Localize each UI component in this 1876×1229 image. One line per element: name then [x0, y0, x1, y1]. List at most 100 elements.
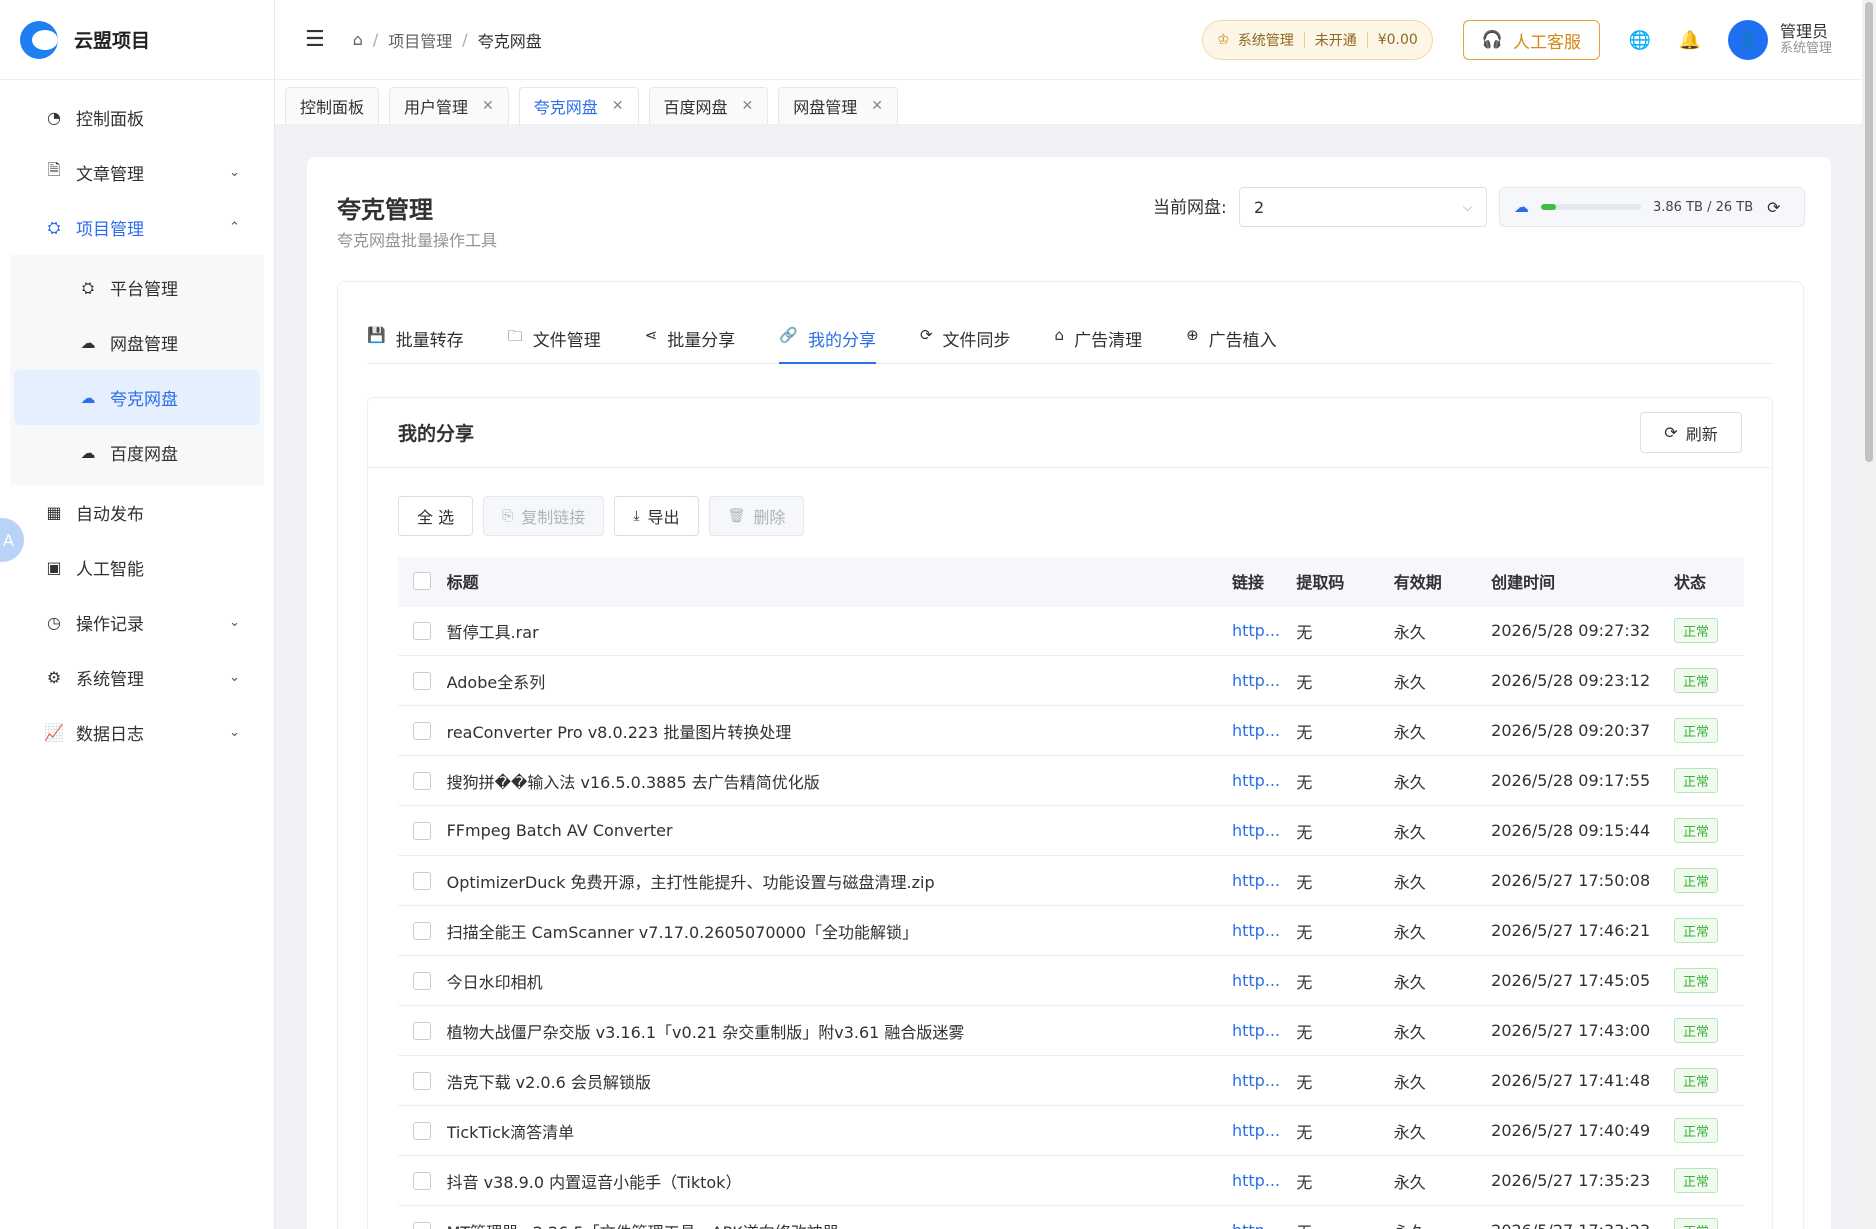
- row-checkbox[interactable]: [413, 921, 432, 940]
- header-actions: ♔ 系统管理 未开通 ¥0.00 🎧 人工客服 🌐 🔔 👤 管理员 系统管理: [1202, 0, 1832, 80]
- page-tab[interactable]: 用户管理 ✕: [389, 87, 509, 124]
- table-row[interactable]: Adobe全系列 http... 无 永久 2026/5/28 09:23:12 正常: [398, 656, 1744, 706]
- row-checkbox[interactable]: [413, 1221, 432, 1229]
- function-tab[interactable]: 💾 批量转存: [367, 324, 464, 364]
- table-row[interactable]: FFmpeg Batch AV Converter http... 无 永久 2026/…: [398, 806, 1744, 856]
- close-icon[interactable]: ✕: [482, 98, 494, 114]
- sidebar-item[interactable]: 📈 数据日志 ⌄: [0, 705, 274, 760]
- page-tab[interactable]: 控制面板: [285, 87, 380, 124]
- close-icon[interactable]: ✕: [742, 98, 754, 114]
- sidebar-subitem[interactable]: ⛭ 平台管理: [14, 260, 260, 315]
- sidebar-item[interactable]: ⛭ 项目管理 ⌃: [0, 200, 274, 255]
- table-row[interactable]: reaConverter Pro v8.0.223 批量图片转换处理 http..…: [398, 706, 1744, 756]
- row-checkbox[interactable]: [413, 1121, 432, 1140]
- table-row[interactable]: 暂停工具.rar http... 无 永久 2026/5/28 09:27:32 正常: [398, 606, 1744, 656]
- sidebar-item[interactable]: ◔ 控制面板: [0, 90, 274, 145]
- sidebar-item[interactable]: ◷ 操作记录 ⌄: [0, 595, 274, 650]
- bell-icon[interactable]: 🔔: [1678, 30, 1702, 51]
- function-tab[interactable]: ⌂ 广告清理: [1055, 324, 1143, 364]
- page-tab[interactable]: 网盘管理 ✕: [778, 87, 899, 124]
- function-tab[interactable]: 🔗 我的分享: [779, 324, 876, 364]
- action-button[interactable]: ⤓ 导出: [614, 496, 699, 536]
- row-checkbox[interactable]: [413, 1171, 432, 1190]
- breadcrumb: ⌂ / 项目管理 / 夸克网盘: [353, 28, 542, 52]
- action-button[interactable]: 全 选: [398, 496, 474, 536]
- table-row[interactable]: 今日水印相机 http... 无 永久 2026/5/27 17:45:05 正常: [398, 956, 1744, 1006]
- cell-link[interactable]: http...: [1224, 1071, 1288, 1090]
- logo-icon: [20, 20, 58, 59]
- customer-service-button[interactable]: 🎧 人工客服: [1462, 20, 1600, 60]
- cell-link[interactable]: http...: [1224, 921, 1288, 940]
- folder-icon: 🗀: [507, 327, 523, 345]
- table-row[interactable]: OptimizerDuck 免费开源，主打性能提升、功能设置与磁盘清理.zip h…: [398, 856, 1744, 906]
- sidebar-item[interactable]: 🗎 文章管理 ⌄: [0, 145, 274, 200]
- row-checkbox[interactable]: [413, 1071, 432, 1090]
- action-button-label: 导出: [647, 508, 680, 527]
- user-info[interactable]: 管理员 系统管理: [1780, 23, 1832, 57]
- row-checkbox[interactable]: [413, 971, 432, 990]
- cell-link[interactable]: http...: [1224, 1021, 1288, 1040]
- page-tab[interactable]: 夸克网盘 ✕: [518, 87, 639, 124]
- cell-link[interactable]: http...: [1224, 1171, 1288, 1190]
- table-row[interactable]: 搜狗拼��输入法 v16.5.0.3885 去广告精简优化版 http... 无 永久…: [398, 756, 1744, 806]
- row-checkbox-cell: [398, 1021, 447, 1040]
- close-icon[interactable]: ✕: [871, 98, 883, 114]
- table-row[interactable]: 扫描全能王 CamScanner v7.17.0.2605070000「全功能解…: [398, 906, 1744, 956]
- page-tab[interactable]: 百度网盘 ✕: [648, 87, 769, 124]
- cell-link[interactable]: http...: [1224, 1121, 1288, 1140]
- cell-expiry: 永久: [1393, 922, 1426, 942]
- function-tab[interactable]: ⟳ 文件同步: [920, 324, 1011, 364]
- avatar[interactable]: 👤: [1727, 20, 1768, 60]
- function-tab[interactable]: ⋖ 批量分享: [645, 324, 736, 364]
- sidebar-subitem[interactable]: ☁ 百度网盘: [14, 425, 260, 480]
- action-button[interactable]: 🗑 删除: [708, 496, 805, 536]
- refresh-button[interactable]: ⟳ 刷新: [1640, 412, 1742, 453]
- select-all-checkbox[interactable]: [413, 572, 432, 590]
- row-checkbox[interactable]: [413, 1021, 432, 1040]
- cell-link[interactable]: http...: [1224, 1221, 1288, 1229]
- table-row[interactable]: 植物大战僵尸杂交版 v3.16.1「v0.21 杂交重制版」附v3.61 融合版…: [398, 1006, 1744, 1056]
- system-plan-pill[interactable]: ♔ 系统管理 未开通 ¥0.00: [1202, 20, 1433, 60]
- cell-link[interactable]: http...: [1224, 871, 1288, 890]
- sidebar-subitem[interactable]: ☁ 夸克网盘: [14, 370, 260, 425]
- logo-area[interactable]: 云盟项目: [0, 0, 274, 80]
- sidebar-subitem[interactable]: ☁ 网盘管理: [14, 315, 260, 370]
- sidebar-item[interactable]: ⚙ 系统管理 ⌄: [0, 650, 274, 705]
- sys-pill-status: 未开通: [1314, 33, 1357, 49]
- chevron-down-icon: ⌄: [229, 670, 240, 685]
- row-checkbox[interactable]: [413, 721, 432, 740]
- action-button[interactable]: ⎘ 复制链接: [483, 496, 605, 536]
- cell-created: 2026/5/28 09:20:37: [1491, 721, 1651, 740]
- cell-link[interactable]: http...: [1224, 821, 1288, 840]
- chevron-down-icon: ⌵: [1462, 199, 1472, 214]
- function-tab[interactable]: 🗀 文件管理: [508, 324, 601, 364]
- app-title: 云盟项目: [74, 30, 151, 52]
- row-checkbox[interactable]: [413, 771, 432, 790]
- globe-icon[interactable]: 🌐: [1628, 30, 1652, 51]
- close-icon[interactable]: ✕: [612, 98, 624, 114]
- table-row[interactable]: MT管理器 v2.26.5「文件管理工具，APK逆向修改神器」http...无永…: [398, 1206, 1744, 1229]
- page-scrollbar[interactable]: [1862, 0, 1876, 1229]
- cell-link[interactable]: http...: [1224, 771, 1288, 790]
- table-row[interactable]: 浩克下载 v2.0.6 会员解锁版 http... 无 永久 2026/5/27 17:…: [398, 1056, 1744, 1106]
- disk-select[interactable]: 2 ⌵: [1239, 187, 1487, 227]
- cell-link[interactable]: http...: [1224, 721, 1288, 740]
- sidebar-item[interactable]: ▦ 自动发布: [0, 485, 274, 540]
- cell-link[interactable]: http...: [1224, 671, 1288, 690]
- dashboard-icon: ◔: [47, 108, 61, 127]
- row-checkbox[interactable]: [413, 671, 432, 690]
- menu-fold-icon[interactable]: ☰: [305, 27, 325, 52]
- breadcrumb-item-project[interactable]: 项目管理: [388, 28, 452, 52]
- row-checkbox[interactable]: [413, 821, 432, 840]
- table-row[interactable]: TickTick滴答清单 http... 无 永久 2026/5/27 17:40:49…: [398, 1106, 1744, 1156]
- row-checkbox[interactable]: [413, 871, 432, 890]
- function-tab[interactable]: ⊕ 广告植入: [1186, 324, 1277, 364]
- cell-link[interactable]: http...: [1224, 621, 1288, 640]
- home-icon[interactable]: ⌂: [353, 30, 363, 49]
- refresh-icon[interactable]: ⟳: [1767, 198, 1780, 217]
- row-checkbox[interactable]: [413, 621, 432, 640]
- scrollbar-thumb[interactable]: [1865, 2, 1873, 462]
- sidebar-item[interactable]: ▣ 人工智能: [0, 540, 274, 595]
- cell-link[interactable]: http...: [1224, 971, 1288, 990]
- table-row[interactable]: 抖音 v38.9.0 内置逗音小能手（Tiktok） http... 无 永久 2026…: [398, 1156, 1744, 1206]
